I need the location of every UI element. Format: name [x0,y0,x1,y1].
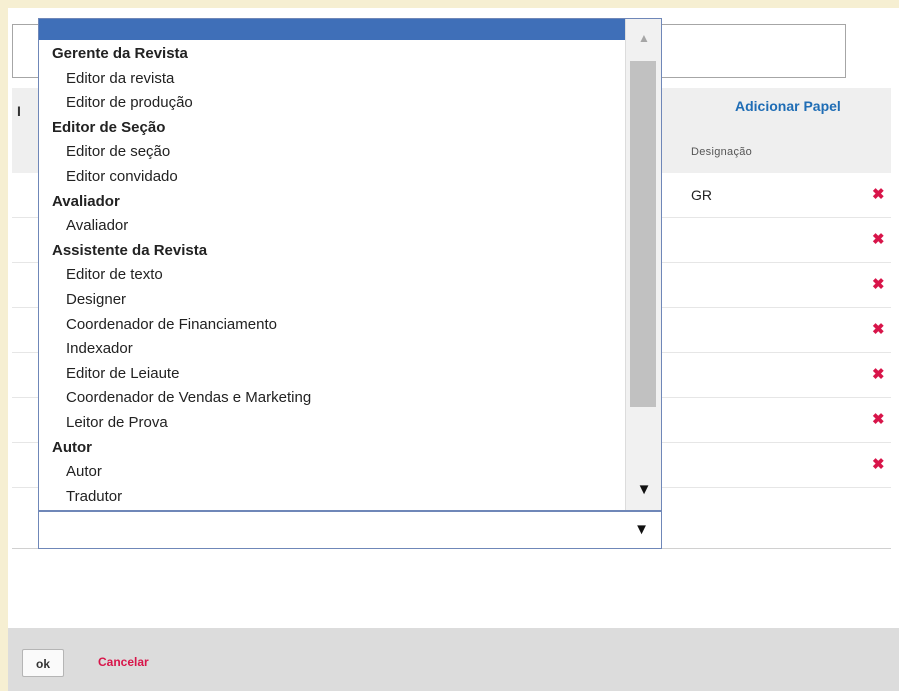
option-item[interactable]: Coordenador de Vendas e Marketing [39,386,625,411]
option-item[interactable]: Editor de texto [39,263,625,288]
designation-cell: GR [691,187,712,203]
scroll-up-icon[interactable]: ▲ [626,23,661,53]
option-group-label: Editor de Seção [52,118,166,136]
scroll-down-icon[interactable]: ▼ [626,474,661,504]
grid-header-label: I [17,103,21,119]
remove-icon[interactable]: ✖ [872,455,885,473]
option-group-label: Autor [52,438,92,456]
cancel-link[interactable]: Cancelar [98,655,149,669]
option-item[interactable]: Editor convidado [39,165,625,190]
option-group-label: Assistente da Revista [52,241,208,259]
option-group-label: Avaliador [52,192,120,210]
remove-icon[interactable]: ✖ [872,275,885,293]
option-item[interactable]: Editor de Leiaute [39,362,625,387]
highlighted-empty-option[interactable] [39,19,625,40]
remove-icon[interactable]: ✖ [872,230,885,248]
remove-icon[interactable]: ✖ [872,365,885,383]
ok-button[interactable]: ok [22,649,64,677]
remove-icon[interactable]: ✖ [872,320,885,338]
scroll-thumb[interactable] [630,61,656,407]
option-item[interactable]: Indexador [39,337,625,362]
dropdown-scrollbar[interactable]: ▲ ▼ [625,19,661,510]
role-select[interactable]: ▼ [38,511,662,549]
option-item[interactable]: Editor de produção [39,91,625,116]
option-item[interactable]: Autor [39,460,625,485]
role-dropdown-list[interactable]: Gerente da Revista Editor da revista Edito… [38,18,662,511]
add-role-link[interactable]: Adicionar Papel [735,98,841,114]
designation-column-header: Designação [691,146,753,158]
remove-icon[interactable]: ✖ [872,185,885,203]
option-item[interactable]: Coordenador de Financiamento [39,313,625,338]
remove-icon[interactable]: ✖ [872,410,885,428]
option-item[interactable]: Avaliador [39,214,625,239]
role-options: Gerente da Revista Editor da revista Edito… [39,42,625,509]
option-item[interactable]: Editor de seção [39,140,625,165]
option-item[interactable]: Editor da revista [39,67,625,92]
option-group-label: Gerente da Revista [52,45,188,62]
chevron-down-icon: ▼ [634,521,649,538]
option-item[interactable]: Tradutor [39,485,625,510]
option-item[interactable]: Leitor de Prova [39,411,625,436]
option-item[interactable]: Designer [39,288,625,313]
